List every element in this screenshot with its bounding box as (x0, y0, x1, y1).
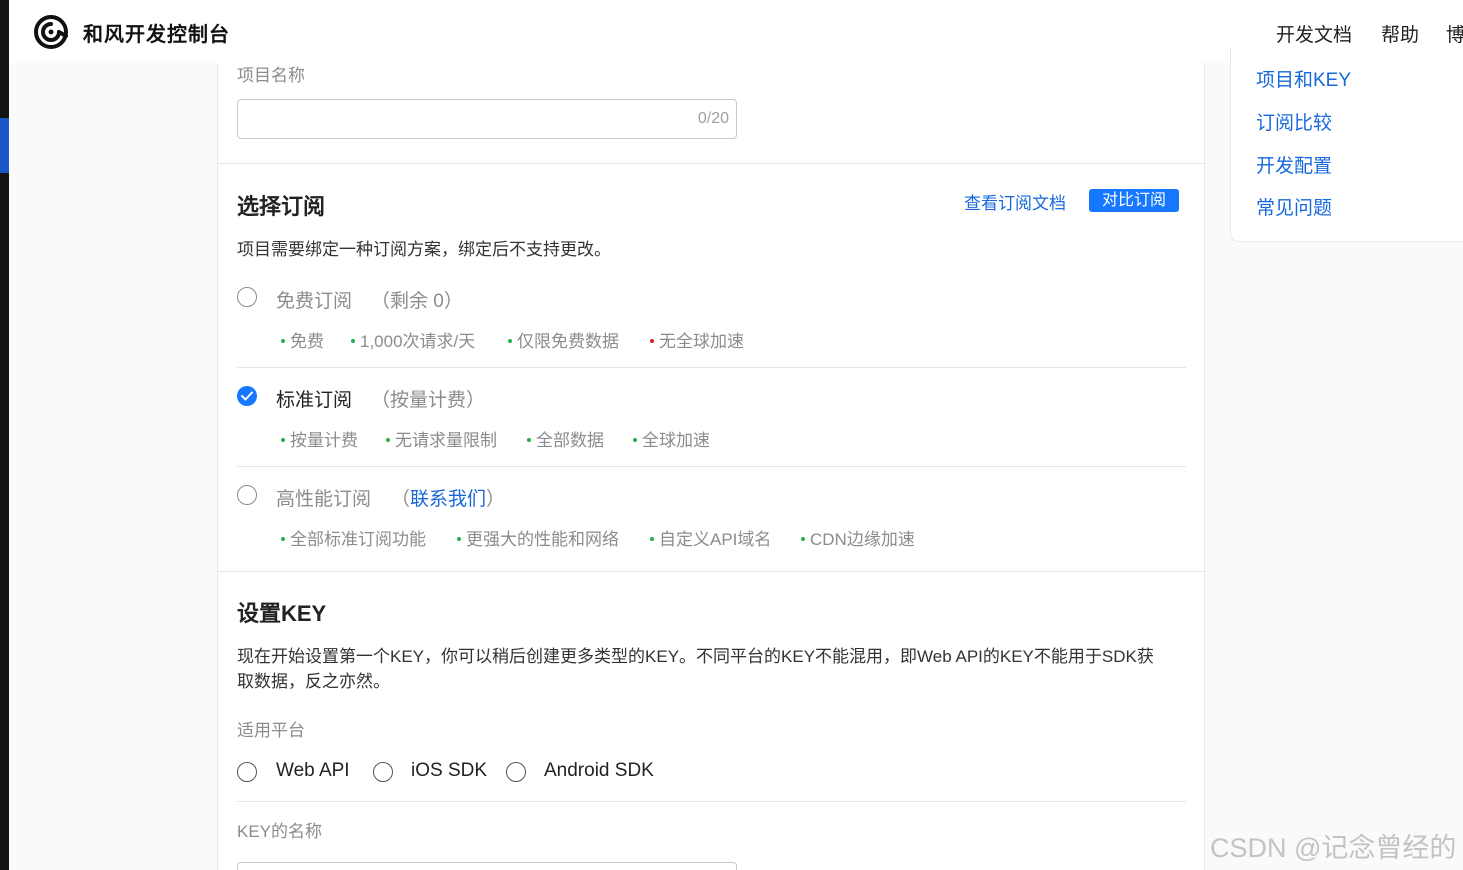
feature-item: 仅限免费数据 (508, 327, 619, 352)
feature-item: 自定义API域名 (650, 525, 771, 550)
platform-label: 适用平台 (237, 721, 305, 740)
project-name-input[interactable]: 0/20 (237, 99, 737, 139)
feature-dot-icon (281, 338, 285, 343)
toc-item-subscription-compare[interactable]: 订阅比较 (1256, 108, 1332, 135)
standard-subscription-billing: （按量计费） (371, 390, 486, 411)
project-name-counter: 0/20 (697, 110, 729, 127)
subscription-description: 项目需要绑定一种订阅方案，绑定后不支持更改。 (237, 240, 611, 259)
key-description-line2: 取数据，反之亦然。 (237, 672, 390, 691)
feature-dot-icon (650, 536, 654, 541)
feature-item: 全部数据 (527, 426, 604, 451)
platform-web-api-label[interactable]: Web API (276, 760, 350, 782)
nav-blog[interactable]: 博 (1446, 20, 1463, 47)
feature-dot-icon (457, 536, 461, 541)
feature-dot-icon (281, 437, 285, 442)
standard-subscription-name: 标准订阅 (276, 390, 353, 411)
free-subscription-radio[interactable] (237, 287, 257, 307)
sidebar-active-indicator (0, 118, 9, 173)
high-performance-contact: （联系我们） (391, 489, 506, 510)
csdn-watermark: CSDN @记念曾经的 (1210, 833, 1457, 863)
feature-item: CDN边缘加速 (801, 525, 915, 550)
key-section-title: 设置KEY (237, 601, 327, 626)
toc-item-faq[interactable]: 常见问题 (1256, 193, 1332, 220)
toc-item-project-and-key[interactable]: 项目和KEY (1256, 65, 1351, 92)
console-title[interactable]: 和风开发控制台 (83, 18, 230, 47)
section-divider (218, 571, 1205, 572)
project-name-label: 项目名称 (237, 66, 305, 85)
page-toc: 项目和KEY 订阅比较 开发配置 常见问题 (1230, 48, 1463, 242)
feature-item: 更强大的性能和网络 (457, 525, 619, 550)
feature-item: 1,000次请求/天 (351, 327, 475, 352)
feature-item: 全球加速 (633, 426, 710, 451)
key-description-line1: 现在开始设置第一个KEY，你可以稍后创建更多类型的KEY。不同平台的KEY不能混… (237, 647, 1154, 666)
checkmark-icon (241, 391, 253, 401)
feature-item: 无请求量限制 (386, 426, 497, 451)
feature-dot-icon (508, 338, 512, 343)
contact-us-link[interactable]: 联系我们 (410, 489, 486, 510)
field-divider (237, 801, 1186, 802)
nav-dev-docs[interactable]: 开发文档 (1276, 20, 1352, 47)
key-name-input[interactable] (237, 862, 737, 870)
nav-help[interactable]: 帮助 (1381, 20, 1419, 47)
feature-item: 免费 (281, 327, 324, 352)
high-performance-subscription-radio[interactable] (237, 485, 257, 505)
key-name-label: KEY的名称 (237, 822, 323, 841)
feature-dot-icon (527, 437, 531, 442)
high-performance-subscription-name: 高性能订阅 (276, 489, 372, 510)
free-subscription-name: 免费订阅 (276, 291, 353, 312)
platform-android-sdk-label[interactable]: Android SDK (544, 760, 654, 782)
standard-subscription-radio-checked[interactable] (237, 386, 257, 406)
free-subscription-remaining: （剩余 0） (371, 291, 463, 312)
feature-dot-icon (281, 536, 285, 541)
subscription-section-title: 选择订阅 (237, 194, 326, 219)
feature-item: 全部标准订阅功能 (281, 525, 426, 550)
section-divider (218, 163, 1205, 164)
feature-dot-icon (351, 338, 355, 343)
platform-ios-sdk-radio[interactable] (373, 762, 393, 782)
option-divider (237, 367, 1186, 368)
create-project-form: 项目名称 0/20 选择订阅 查看订阅文档 对比订阅 项目需要绑定一种订阅方案，… (217, 63, 1205, 870)
feature-dot-icon (650, 338, 654, 343)
feature-item: 按量计费 (281, 426, 358, 451)
platform-web-api-radio[interactable] (237, 762, 257, 782)
view-subscription-docs-link[interactable]: 查看订阅文档 (964, 189, 1066, 214)
platform-ios-sdk-label[interactable]: iOS SDK (411, 760, 487, 782)
option-divider (237, 466, 1186, 467)
feature-dot-icon (801, 536, 805, 541)
toc-item-dev-config[interactable]: 开发配置 (1256, 151, 1332, 178)
qweather-logo-icon[interactable] (33, 14, 69, 50)
compare-subscription-button[interactable]: 对比订阅 (1089, 189, 1180, 212)
platform-android-sdk-radio[interactable] (506, 762, 526, 782)
feature-item: 无全球加速 (650, 327, 744, 352)
left-sidebar-strip (0, 0, 9, 870)
feature-dot-icon (386, 437, 390, 442)
feature-dot-icon (633, 437, 637, 442)
